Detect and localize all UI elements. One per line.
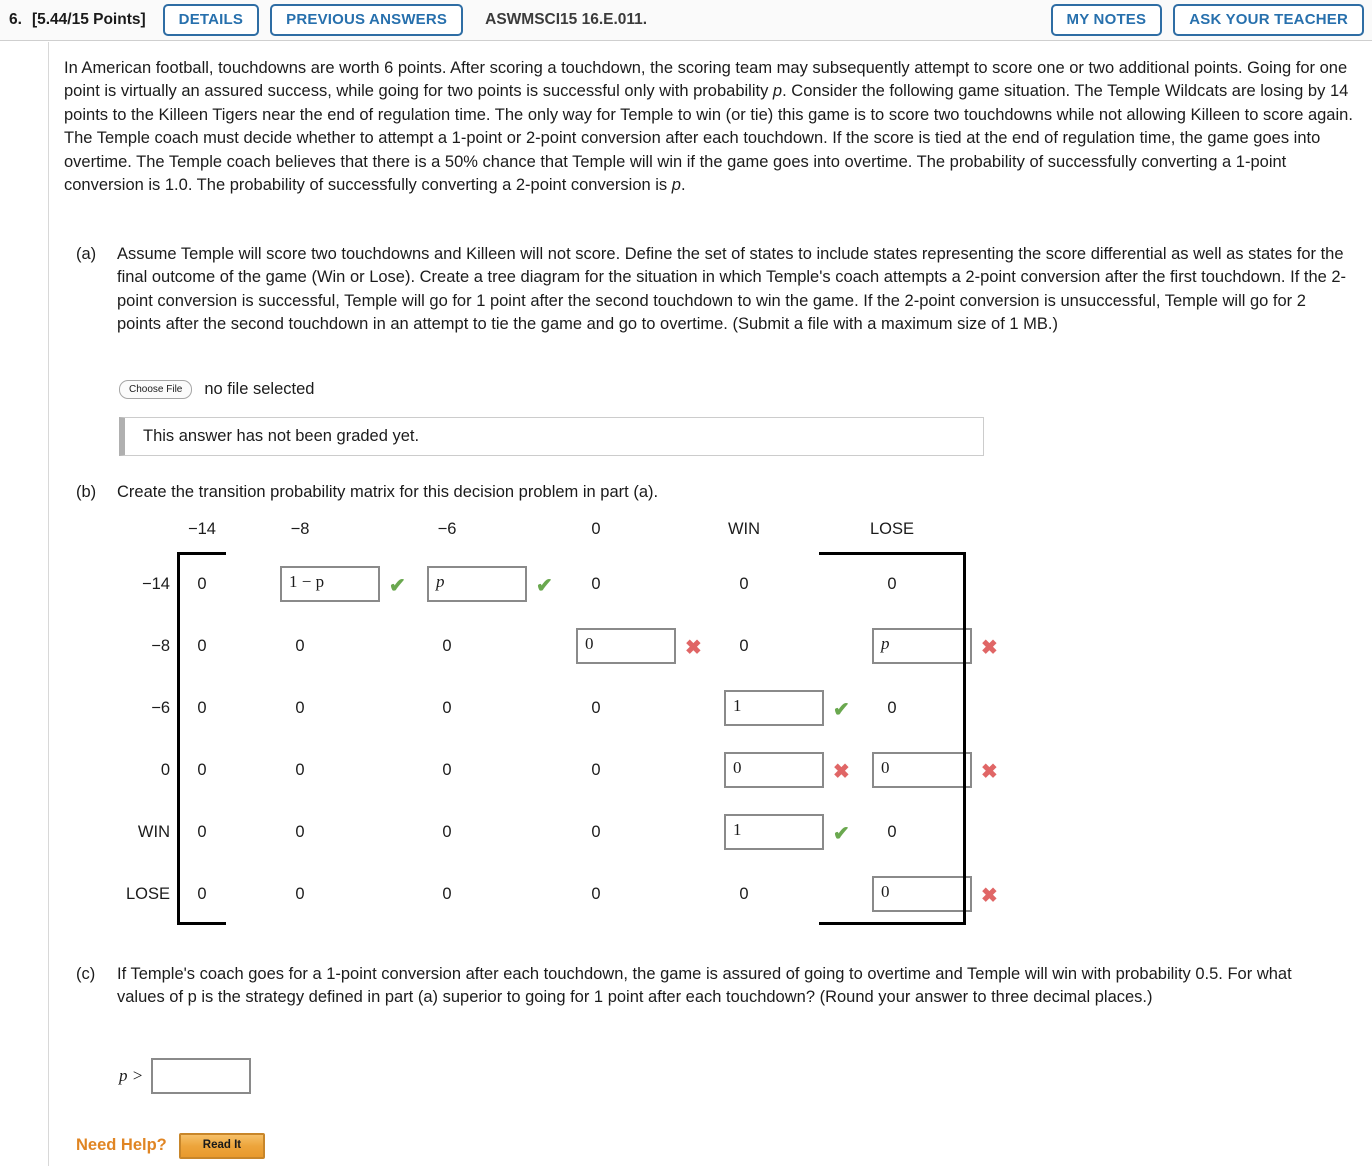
part-a-text: Assume Temple will score two touchdowns … <box>117 245 1347 334</box>
grading-status-text: This answer has not been graded yet. <box>143 427 420 445</box>
matrix-bracket-left-bottom <box>177 922 226 925</box>
matrix-col-header-3: 0 <box>591 520 601 538</box>
part-c-answer-input[interactable] <box>151 1058 252 1094</box>
matrix-cell-5-3: 0 <box>591 885 601 903</box>
details-button[interactable]: DETAILS <box>162 4 260 36</box>
question-code: ASWMSCI15 16.E.011. <box>485 11 648 28</box>
ask-your-teacher-button[interactable]: ASK YOUR TEACHER <box>1173 4 1364 36</box>
matrix-cell-2-2: 0 <box>442 699 452 717</box>
matrix-input-5-5[interactable]: 0 <box>872 876 972 912</box>
matrix-cell-1-4: 0 <box>739 637 749 655</box>
matrix-input-0-1[interactable]: 1 − p <box>280 566 380 602</box>
file-upload-row: Choose File no file selected <box>119 380 314 399</box>
points-earned: [5.44/15 Points] <box>31 11 146 28</box>
incorrect-cross-icon: ✖ <box>981 637 998 659</box>
part-a: (a) Assume Temple will score two touchdo… <box>76 243 1351 337</box>
matrix-cell-4-2: 0 <box>442 823 452 841</box>
part-c-answer-label: p > <box>119 1066 144 1085</box>
choose-file-button[interactable]: Choose File <box>119 380 193 399</box>
incorrect-cross-icon: ✖ <box>833 761 850 783</box>
matrix-input-1-3[interactable]: 0 <box>576 628 676 664</box>
need-help-row: Need Help? Read It <box>76 1133 266 1159</box>
matrix-bracket-right-bottom <box>819 922 966 925</box>
transition-probability-matrix: −14 −8 −6 0 WIN LOSE −14 −8 −6 0 WIN LOSE 0 1 − p ✔ p ✔ 0… <box>0 518 1372 938</box>
matrix-cell-5-4: 0 <box>739 885 749 903</box>
previous-answers-button[interactable]: PREVIOUS ANSWERS <box>270 4 464 36</box>
header-actions: MY NOTES ASK YOUR TEACHER <box>1050 4 1372 36</box>
correct-check-icon: ✔ <box>389 575 406 597</box>
matrix-cell-1-1: 0 <box>295 637 305 655</box>
matrix-cell-1-2: 0 <box>442 637 452 655</box>
question-header-bar: 6. [5.44/15 Points] DETAILS PREVIOUS ANS… <box>0 0 1372 41</box>
my-notes-button[interactable]: MY NOTES <box>1050 4 1163 36</box>
matrix-cell-5-2: 0 <box>442 885 452 903</box>
matrix-col-header-2: −6 <box>437 520 457 538</box>
matrix-cell-3-2: 0 <box>442 761 452 779</box>
matrix-bracket-right <box>963 552 966 925</box>
matrix-input-3-5[interactable]: 0 <box>872 752 972 788</box>
variable-p-2: p <box>671 176 681 195</box>
matrix-bracket-left <box>177 552 180 925</box>
incorrect-cross-icon: ✖ <box>981 761 998 783</box>
incorrect-cross-icon: ✖ <box>981 885 998 907</box>
part-c-text: If Temple's coach goes for a 1-point con… <box>117 965 1292 1007</box>
matrix-input-4-4[interactable]: 1 <box>724 814 824 850</box>
matrix-cell-3-3: 0 <box>591 761 601 779</box>
variable-p-1: p <box>772 82 783 101</box>
matrix-bracket-left-top <box>177 552 226 555</box>
matrix-cell-2-5: 0 <box>887 699 897 717</box>
matrix-cell-2-3: 0 <box>591 699 601 717</box>
matrix-cell-3-1: 0 <box>295 761 305 779</box>
matrix-cell-4-3: 0 <box>591 823 601 841</box>
matrix-input-1-5[interactable]: p <box>872 628 972 664</box>
matrix-input-0-2[interactable]: p <box>427 566 527 602</box>
matrix-cell-2-1: 0 <box>295 699 305 717</box>
part-c: (c) If Temple's coach goes for a 1-point… <box>76 963 1341 1010</box>
part-b-label: (b) <box>76 483 97 501</box>
part-a-label: (a) <box>76 245 97 263</box>
matrix-cell-0-5: 0 <box>887 575 897 593</box>
file-selection-status: no file selected <box>204 380 315 398</box>
matrix-cell-0-4: 0 <box>739 575 749 593</box>
part-b-text: Create the transition probability matrix… <box>117 483 659 501</box>
matrix-cell-0-3: 0 <box>591 575 601 593</box>
matrix-cell-0-0: 0 <box>197 575 207 593</box>
read-it-button[interactable]: Read It <box>178 1133 266 1159</box>
matrix-col-header-5: LOSE <box>869 520 915 538</box>
part-c-answer-row: p > <box>119 1058 252 1094</box>
part-c-label: (c) <box>76 965 96 983</box>
problem-statement: In American football, touchdowns are wor… <box>64 57 1354 197</box>
problem-statement-part3: . <box>680 176 686 195</box>
grading-status-box: This answer has not been graded yet. <box>119 417 984 456</box>
matrix-col-header-1: −8 <box>290 520 310 538</box>
question-number: 6. <box>9 11 22 28</box>
matrix-cell-4-1: 0 <box>295 823 305 841</box>
matrix-cell-4-5: 0 <box>887 823 897 841</box>
matrix-input-2-4[interactable]: 1 <box>724 690 824 726</box>
need-help-label: Need Help? <box>76 1136 167 1155</box>
matrix-col-header-4: WIN <box>727 520 761 538</box>
matrix-input-3-4[interactable]: 0 <box>724 752 824 788</box>
matrix-bracket-right-top <box>819 552 966 555</box>
part-b: (b) Create the transition probability ma… <box>76 481 658 504</box>
matrix-cell-5-1: 0 <box>295 885 305 903</box>
